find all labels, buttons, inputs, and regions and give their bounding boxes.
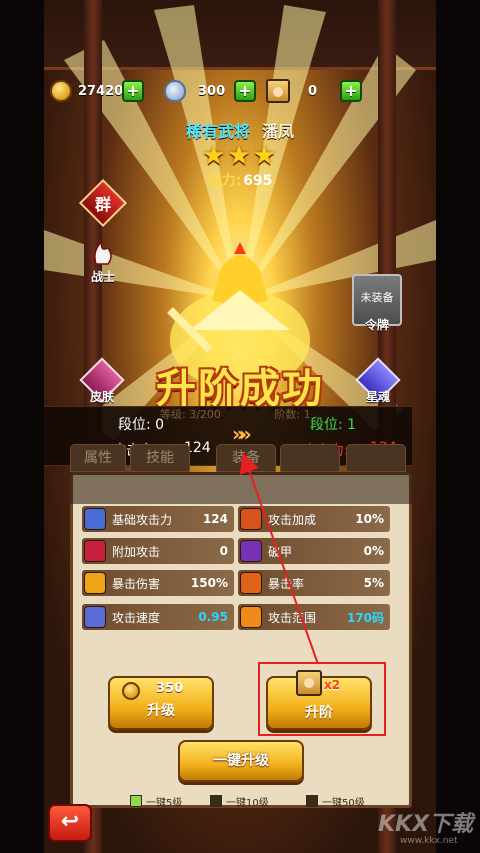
tab-bar: 属性 技能 装备 bbox=[70, 444, 410, 472]
stat-value: 0 bbox=[219, 544, 228, 558]
hero-token-counter: 0 bbox=[266, 78, 317, 104]
checkbox-unchecked[interactable] bbox=[210, 795, 222, 807]
gold-value: 27420 bbox=[78, 83, 124, 99]
upgrade-cost: 350 bbox=[156, 681, 184, 696]
gold-counter: 27420 bbox=[50, 78, 123, 104]
add-silver-button[interactable]: + bbox=[234, 80, 256, 102]
hero-title-line: 稀有武将 潘凤 bbox=[0, 118, 480, 142]
hero-name: 潘凤 bbox=[262, 122, 295, 141]
stat-value: 150% bbox=[190, 576, 228, 590]
tab-4[interactable] bbox=[280, 444, 340, 472]
stat-value: 0% bbox=[363, 544, 384, 558]
behind-stage-text: 阶数: 1 bbox=[274, 408, 311, 421]
silver-bag-icon bbox=[164, 80, 186, 102]
class-label: 战士 bbox=[90, 270, 115, 284]
combat-power: 战力: 695 bbox=[0, 170, 480, 190]
speed-sword-icon bbox=[84, 606, 106, 628]
hero-portrait-icon bbox=[266, 79, 290, 103]
warrior-class-icon bbox=[94, 240, 112, 265]
burst-icon bbox=[84, 572, 106, 594]
option-label: 一键50级 bbox=[322, 797, 365, 809]
power-value: 695 bbox=[243, 173, 273, 189]
stat-attack-bonus: 攻击加成 10% bbox=[240, 506, 388, 532]
flame-sword-icon bbox=[240, 508, 262, 530]
upgrade-label: 升级 bbox=[147, 703, 175, 719]
stat-label: 附加攻击 bbox=[112, 544, 161, 559]
stat-crit-damage: 暴击伤害 150% bbox=[84, 570, 232, 596]
rank-after: 段位: 1 bbox=[310, 417, 357, 433]
add-hero-token-button[interactable]: + bbox=[340, 80, 362, 102]
stat-value: 10% bbox=[355, 512, 384, 526]
silver-value: 300 bbox=[198, 83, 226, 99]
checkbox-unchecked[interactable] bbox=[306, 795, 318, 807]
checkbox-checked[interactable] bbox=[130, 795, 142, 807]
stat-label: 基础攻击力 bbox=[112, 512, 173, 527]
option-50-levels[interactable]: 一键50级 bbox=[306, 794, 365, 809]
gold-coin-icon bbox=[122, 682, 140, 700]
token-label: 令牌 bbox=[364, 318, 389, 332]
sword-icon bbox=[84, 508, 106, 530]
stat-label: 攻击速度 bbox=[112, 610, 161, 625]
range-burst-icon bbox=[240, 606, 262, 628]
option-label: 一键10级 bbox=[226, 797, 269, 809]
token-status: 未装备 bbox=[360, 291, 394, 304]
game-screen: 27420 + 300 + 0 + 稀有武将 潘凤 ★★★ 战力: 695 群 战士… bbox=[0, 0, 480, 853]
option-10-levels[interactable]: 一键10级 bbox=[210, 794, 269, 809]
crossed-swords-icon bbox=[84, 540, 106, 562]
stat-label: 攻击加成 bbox=[268, 512, 317, 527]
stat-attack-speed: 攻击速度 0.95 bbox=[84, 604, 232, 630]
watermark-logo: KKX下载 bbox=[378, 812, 474, 837]
stat-crit-rate: 暴击率 5% bbox=[240, 570, 388, 596]
add-gold-button[interactable]: + bbox=[122, 80, 144, 102]
hero-token-value: 0 bbox=[308, 83, 318, 99]
option-5-levels[interactable]: 一键5级 bbox=[130, 794, 183, 809]
behind-level: 等级: 3/200 阶数: 1 bbox=[160, 406, 311, 422]
stat-armor-break: 破甲 0% bbox=[240, 538, 388, 564]
stat-label: 破甲 bbox=[268, 544, 293, 559]
stat-base-attack: 基础攻击力 124 bbox=[84, 506, 232, 532]
stat-value: 0.95 bbox=[198, 610, 228, 624]
stat-value: 170码 bbox=[346, 610, 384, 625]
behind-level-text: 等级: 3/200 bbox=[160, 408, 221, 421]
option-label: 一键5级 bbox=[146, 797, 183, 809]
rank-before: 段位: 0 bbox=[118, 417, 165, 433]
power-label: 战力: bbox=[207, 173, 242, 189]
stat-extra-attack: 附加攻击 0 bbox=[84, 538, 232, 564]
arrow-right-icon: »» bbox=[232, 422, 252, 446]
gold-coin-icon bbox=[50, 80, 72, 102]
panel-header-shade bbox=[70, 472, 412, 504]
back-button[interactable]: ↩ bbox=[48, 804, 92, 842]
currency-bar: 27420 + 300 + 0 + bbox=[46, 78, 434, 104]
star-rating: ★★★ bbox=[202, 141, 278, 171]
stat-value: 5% bbox=[363, 576, 384, 590]
faction-label: 群 bbox=[94, 195, 111, 214]
watermark-url: www.kkx.net bbox=[400, 836, 458, 846]
hero-rarity: 稀有武将 bbox=[185, 122, 250, 141]
one-key-upgrade-button[interactable]: 一键升级 bbox=[178, 740, 304, 782]
silver-counter: 300 bbox=[164, 78, 225, 104]
broken-shield-icon bbox=[240, 540, 262, 562]
highlight-box bbox=[258, 662, 386, 736]
stat-attack-range: 攻击范围 170码 bbox=[240, 604, 388, 630]
stat-label: 暴击伤害 bbox=[112, 576, 161, 591]
tab-equipment[interactable]: 装备 bbox=[216, 444, 276, 472]
stat-value: 124 bbox=[202, 512, 228, 526]
tab-5[interactable] bbox=[346, 444, 406, 472]
stat-label: 暴击率 bbox=[268, 576, 305, 591]
crit-sword-icon bbox=[240, 572, 262, 594]
tab-attributes[interactable]: 属性 bbox=[70, 444, 126, 472]
tab-skills[interactable]: 技能 bbox=[130, 444, 190, 472]
stat-label: 攻击范围 bbox=[268, 610, 317, 625]
